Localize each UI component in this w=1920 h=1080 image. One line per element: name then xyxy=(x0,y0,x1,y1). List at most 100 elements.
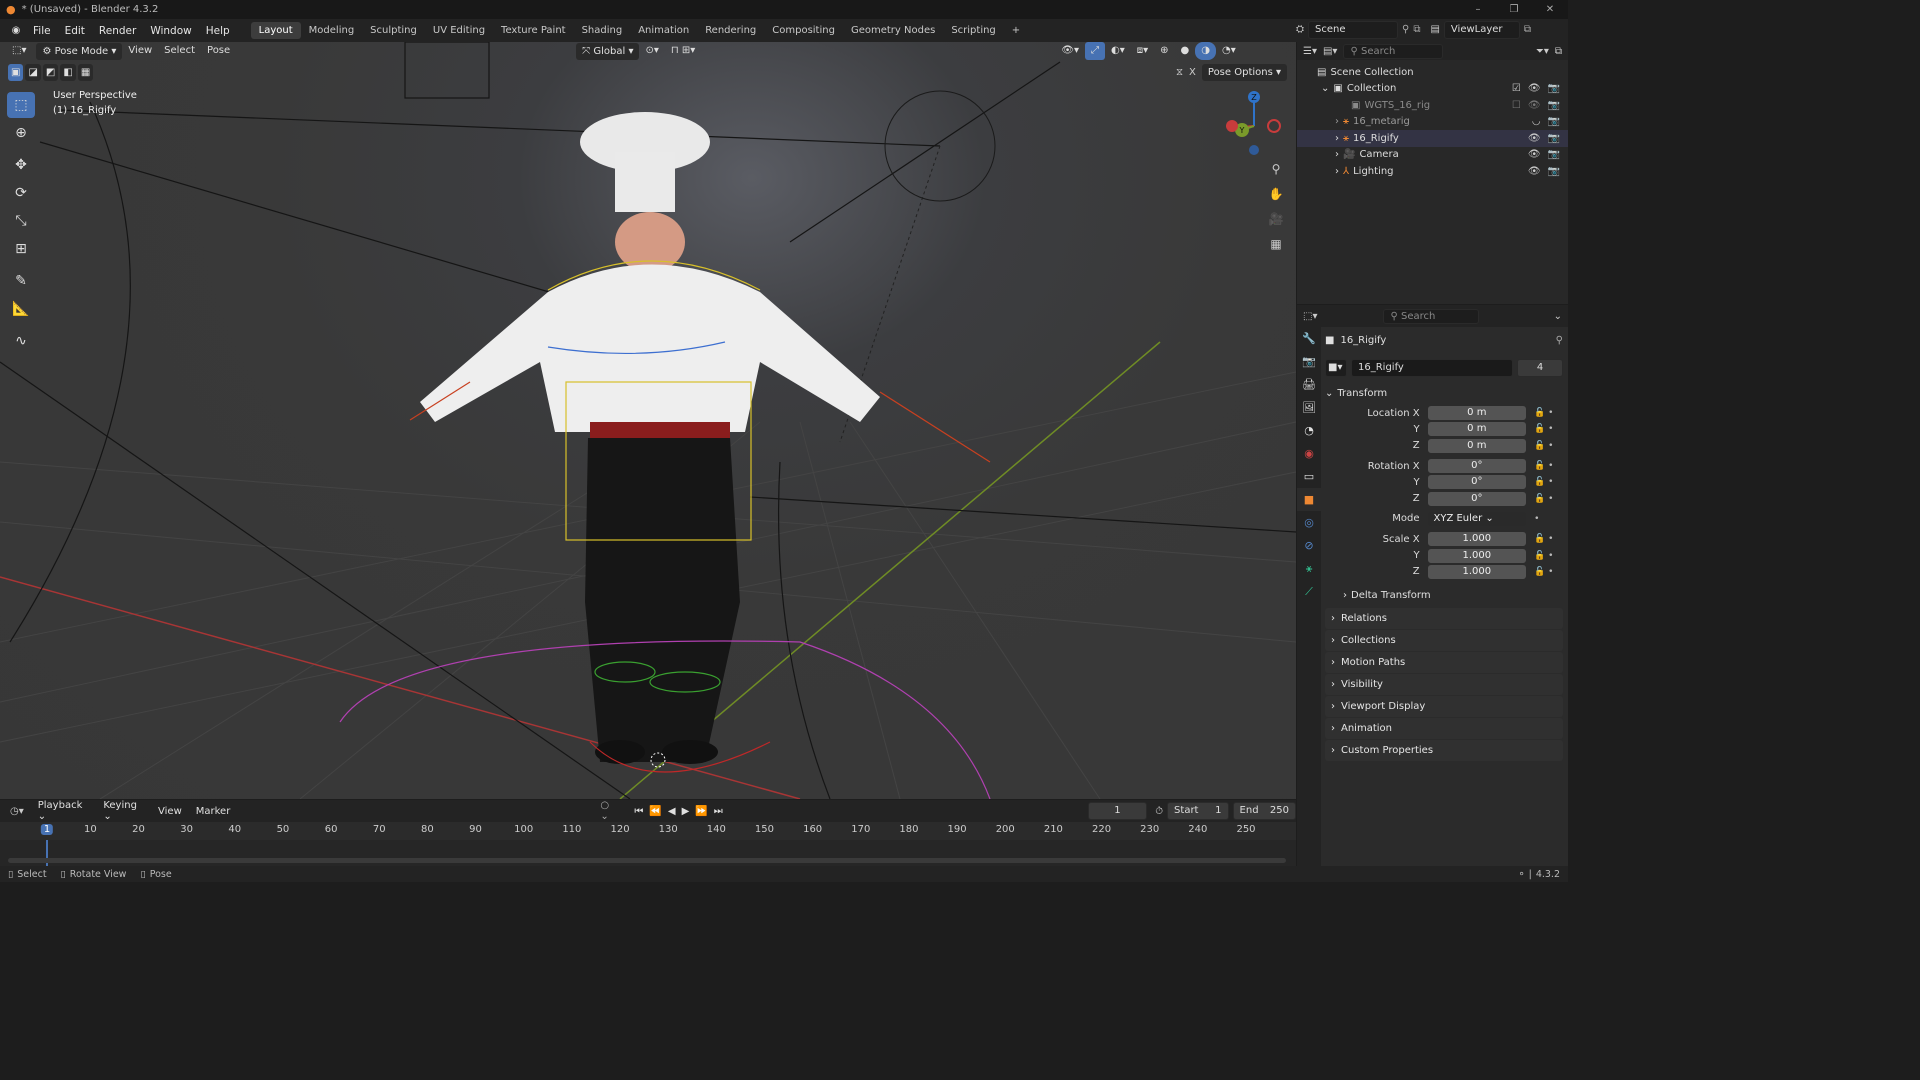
eye-icon[interactable]: 👁 xyxy=(1528,100,1541,111)
new-viewlayer-icon[interactable]: ⧉ xyxy=(1524,21,1531,39)
properties-search-input[interactable]: ⚲ Search xyxy=(1383,308,1480,324)
tool-tab-icon[interactable]: 🔧 xyxy=(1297,327,1321,350)
lock-icon[interactable]: 🔓 • xyxy=(1534,477,1563,487)
prev-key-icon[interactable]: ⏪ xyxy=(649,806,661,817)
users-count[interactable]: 4 xyxy=(1517,359,1563,377)
tab-rendering[interactable]: Rendering xyxy=(697,22,764,39)
x-axis-icon[interactable] xyxy=(1226,120,1238,132)
menu-pose[interactable]: Pose xyxy=(201,42,236,60)
select-intersect-icon[interactable]: ▦ xyxy=(77,64,94,81)
camera-icon[interactable]: 📷 xyxy=(1548,149,1560,160)
rotation-mode-dropdown[interactable]: XYZ Euler ⌄ xyxy=(1427,511,1527,526)
preview-range-icon[interactable]: ⏱ xyxy=(1155,806,1163,817)
new-collection-icon[interactable]: ⧉ xyxy=(1555,46,1562,57)
new-scene-icon[interactable]: ⧉ xyxy=(1413,21,1420,39)
relax-pose-icon[interactable]: ∿ xyxy=(7,328,35,354)
section-motion-paths[interactable]: › Motion Paths xyxy=(1325,651,1563,673)
chevron-right-icon[interactable]: › xyxy=(1335,116,1339,127)
scale-icon[interactable]: ⤡ xyxy=(7,208,35,234)
object-tab-icon[interactable]: ■ xyxy=(1297,488,1321,511)
filter-icon[interactable]: ⏷▾ xyxy=(1536,46,1549,57)
bone-tab-icon[interactable]: ⟋ xyxy=(1297,580,1321,603)
lock-icon[interactable]: 🔓 • xyxy=(1534,461,1563,471)
close-button[interactable]: ✕ xyxy=(1532,0,1568,19)
ortho-grid-icon[interactable]: ▦ xyxy=(1265,233,1287,255)
rotate-icon[interactable]: ⟳ xyxy=(7,180,35,206)
timeline-editor-icon[interactable]: ◷▾ xyxy=(10,806,24,817)
end-frame-field[interactable]: End 250 xyxy=(1232,802,1296,820)
shading-material-icon[interactable]: ◑ xyxy=(1195,42,1216,60)
camera-icon[interactable]: 📷 xyxy=(1548,100,1560,111)
zoom-icon[interactable]: ⚲ xyxy=(1265,158,1287,180)
datablock-name-field[interactable]: 16_Rigify xyxy=(1351,359,1513,377)
pose-options-dropdown[interactable]: Pose Options ▾ xyxy=(1201,64,1288,81)
camera-icon[interactable]: 📷 xyxy=(1548,166,1560,177)
pan-hand-icon[interactable]: ✋ xyxy=(1265,183,1287,205)
timeline-track[interactable] xyxy=(0,840,1296,866)
lock-icon[interactable]: 🔓 • xyxy=(1534,494,1563,504)
jump-start-icon[interactable]: ⏮ xyxy=(634,806,643,817)
cursor-icon[interactable]: ⊕ xyxy=(7,120,35,146)
menu-edit[interactable]: Edit xyxy=(58,25,92,37)
rotation-x-field[interactable]: 0° xyxy=(1427,459,1527,474)
section-animation[interactable]: › Animation xyxy=(1325,717,1563,739)
frame-ruler[interactable]: 1 10 20 30 40 50 60 70 80 90 100 110 120 130 140 150 160… xyxy=(0,822,1296,840)
orientation-dropdown[interactable]: ⤧ Global ▾ xyxy=(576,42,640,60)
physics-tab-icon[interactable]: ◎ xyxy=(1297,511,1321,534)
world-tab-icon[interactable]: ◉ xyxy=(1297,442,1321,465)
xray-icon[interactable]: ⧈▾ xyxy=(1131,42,1154,60)
timeline-scrollbar[interactable] xyxy=(8,858,1286,863)
location-x-field[interactable]: 0 m xyxy=(1427,406,1527,421)
transform-icon[interactable]: ⊞ xyxy=(7,236,35,262)
eye-icon[interactable]: 👁 xyxy=(1528,83,1541,94)
lock-icon[interactable]: 🔓 • xyxy=(1534,567,1563,577)
section-custom-properties[interactable]: › Custom Properties xyxy=(1325,739,1563,761)
scale-y-field[interactable]: 1.000 xyxy=(1427,548,1527,563)
scale-z-field[interactable]: 1.000 xyxy=(1427,564,1527,579)
menu-timeline-view[interactable]: View xyxy=(158,806,182,817)
mode-dropdown[interactable]: ⚙ Pose Mode ▾ xyxy=(36,42,123,60)
camera-icon[interactable]: 📷 xyxy=(1548,133,1560,144)
checkbox-icon[interactable]: ☑ xyxy=(1512,83,1521,94)
3d-viewport[interactable]: ⬚▾ ⚙ Pose Mode ▾ View Select Pose ⤧ Glob… xyxy=(0,42,1296,799)
menu-render[interactable]: Render xyxy=(92,25,143,37)
select-subtract-icon[interactable]: ◩ xyxy=(42,64,59,81)
editor-type-icon[interactable]: ⬚▾ xyxy=(6,42,32,60)
move-icon[interactable]: ✥ xyxy=(7,152,35,178)
blender-menu-icon[interactable]: ◉ xyxy=(6,25,26,36)
lock-icon[interactable]: 🔓 • xyxy=(1534,534,1563,544)
outliner-row-collection[interactable]: ⌄ ▣ Collection ☑ 👁 📷 xyxy=(1297,81,1568,98)
outliner-editor-icon[interactable]: ☰▾ xyxy=(1303,46,1317,57)
select-extend-icon[interactable]: ◪ xyxy=(25,64,41,81)
gizmo-toggle-icon[interactable]: ⤢ xyxy=(1084,42,1105,60)
jump-end-icon[interactable]: ⏭ xyxy=(714,806,723,817)
neg-x-axis-icon[interactable] xyxy=(1267,119,1281,133)
outliner-row-metarig[interactable]: › ⚹ 16_metarig ◡ 📷 xyxy=(1297,114,1568,131)
lock-icon[interactable]: 🔓 • xyxy=(1534,424,1563,434)
shading-rendered-icon[interactable]: ◔▾ xyxy=(1216,42,1242,60)
section-collections[interactable]: › Collections xyxy=(1325,629,1563,651)
play-reverse-icon[interactable]: ◀ xyxy=(668,806,676,817)
properties-editor-icon[interactable]: ⬚▾ xyxy=(1303,311,1317,322)
chevron-down-icon[interactable]: ⌄ xyxy=(1554,311,1562,322)
select-invert-icon[interactable]: ◧ xyxy=(60,64,76,81)
chevron-right-icon[interactable]: › xyxy=(1335,133,1339,144)
hidden-eye-icon[interactable]: ◡ xyxy=(1532,116,1541,127)
section-relations[interactable]: › Relations xyxy=(1325,607,1563,629)
select-box-icon[interactable]: ⬚ xyxy=(7,92,35,118)
dot-icon[interactable]: • xyxy=(1534,514,1563,524)
maximize-button[interactable]: ❐ xyxy=(1496,0,1532,19)
datablock-browse-icon[interactable]: ■▾ xyxy=(1325,359,1347,377)
checkbox-icon[interactable]: ☐ xyxy=(1512,100,1521,111)
menu-playback[interactable]: Playback ⌄ xyxy=(38,800,94,822)
annotate-icon[interactable]: ✎ xyxy=(7,268,35,294)
add-workspace-button[interactable]: + xyxy=(1004,22,1028,39)
measure-icon[interactable]: 📐 xyxy=(7,296,35,322)
menu-select[interactable]: Select xyxy=(158,42,201,60)
menu-help[interactable]: Help xyxy=(199,25,237,37)
tab-geometry-nodes[interactable]: Geometry Nodes xyxy=(843,22,943,39)
chevron-right-icon[interactable]: › xyxy=(1335,166,1339,177)
display-mode-icon[interactable]: ▤▾ xyxy=(1323,46,1337,57)
menu-keying[interactable]: Keying ⌄ xyxy=(103,800,148,822)
neg-z-axis-icon[interactable] xyxy=(1249,145,1259,155)
